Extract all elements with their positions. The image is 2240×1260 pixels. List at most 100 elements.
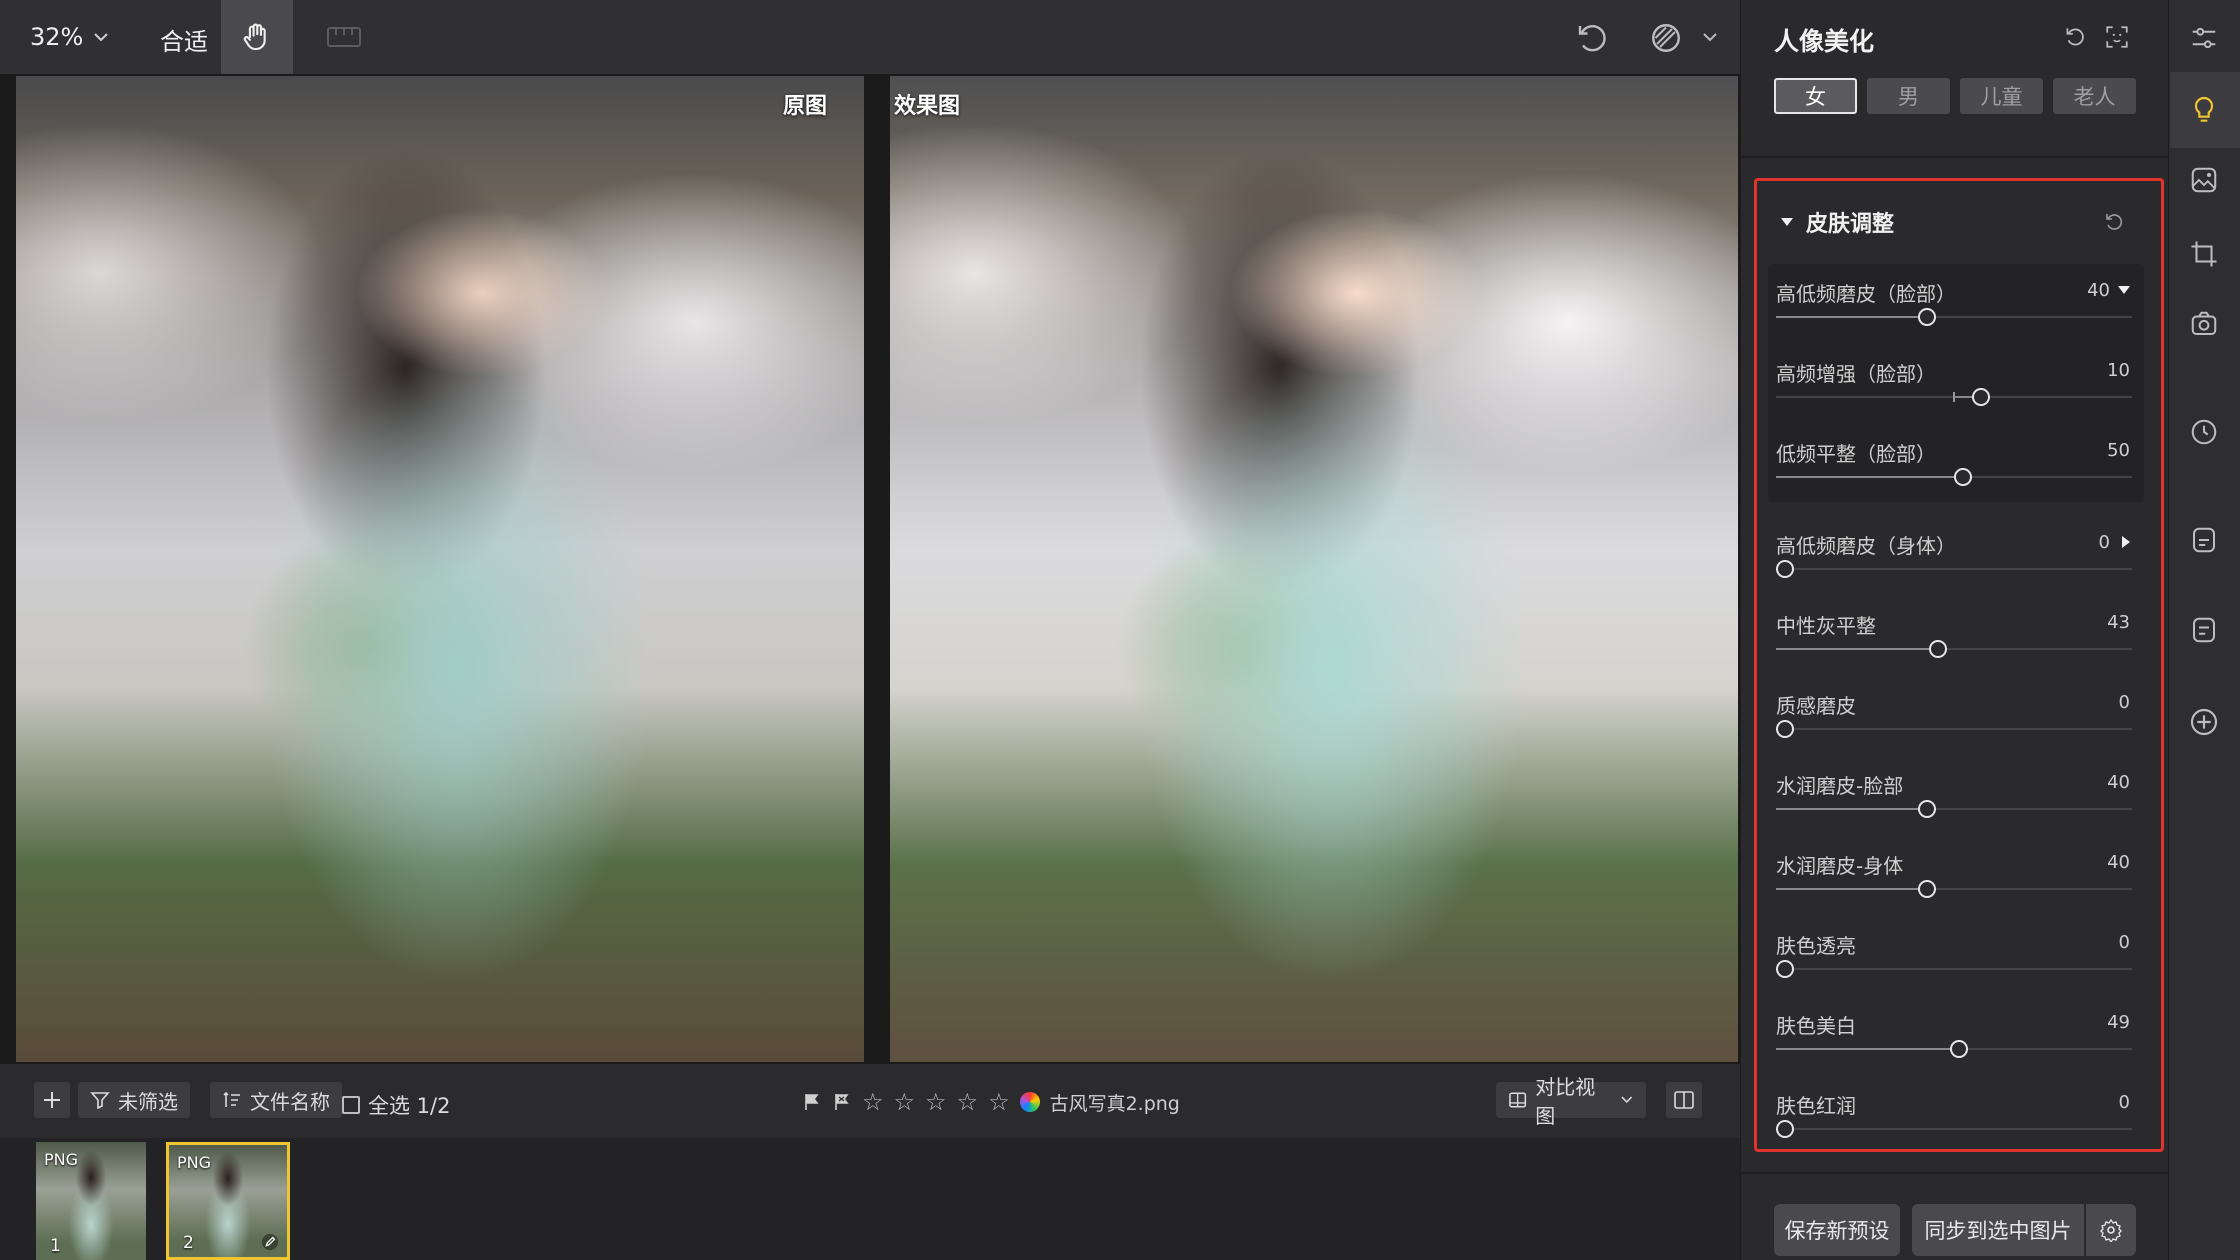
slider-value[interactable]: 40 — [2107, 852, 2130, 873]
file-name: 古风写真2.png — [1049, 1092, 1180, 1115]
slider-thumb[interactable] — [1972, 388, 1990, 406]
zoom-select[interactable]: 32% — [30, 18, 109, 56]
slider-value[interactable]: 0 — [2119, 932, 2130, 953]
thumbnail-1[interactable]: PNG 1 — [36, 1142, 146, 1260]
flag-reject-icon[interactable] — [832, 1092, 852, 1112]
rating-star-4[interactable]: ☆ — [957, 1088, 979, 1116]
filter-button[interactable]: 未筛选 — [78, 1082, 190, 1118]
slider-thumb[interactable] — [1918, 880, 1936, 898]
slider-thumb[interactable] — [1950, 1040, 1968, 1058]
rating-star-1[interactable]: ☆ — [862, 1088, 884, 1116]
slider-thumb[interactable] — [1776, 960, 1794, 978]
slider-thumb[interactable] — [1776, 560, 1794, 578]
face-detect-button[interactable] — [2104, 24, 2130, 54]
rail-preset2-button[interactable] — [2186, 612, 2222, 648]
sync-selected-button[interactable]: 同步到选中图片 — [1912, 1204, 2084, 1256]
original-image[interactable] — [16, 76, 864, 1062]
panel-reset-button[interactable] — [2062, 24, 2088, 54]
zoom-value: 32% — [30, 23, 84, 51]
rail-history-button[interactable] — [2186, 414, 2222, 450]
slider-value-wrap: 0 — [2119, 932, 2130, 953]
rail-adjust-button[interactable] — [2186, 20, 2222, 56]
slider-track[interactable] — [1776, 728, 2132, 730]
save-preset-button[interactable]: 保存新预设 — [1774, 1204, 1900, 1256]
slider-value[interactable]: 10 — [2107, 360, 2130, 381]
slider-value[interactable]: 40 — [2087, 280, 2110, 301]
effect-image[interactable] — [890, 76, 1738, 1062]
caret-right-icon[interactable] — [2122, 536, 2130, 548]
slider-row: 中性灰平整 43 — [1776, 610, 2132, 680]
rating-star-5[interactable]: ☆ — [988, 1088, 1010, 1116]
rail-preset-button[interactable] — [2186, 522, 2222, 558]
slider-value-wrap: 50 — [2107, 440, 2130, 461]
edit-pencil-icon — [261, 1233, 279, 1251]
slider-row: 高低频磨皮（脸部） 40 — [1776, 278, 2132, 348]
compare-view-dropdown[interactable]: 对比视图 — [1496, 1075, 1646, 1128]
slider-fill — [1776, 316, 1918, 318]
slider-value[interactable]: 50 — [2107, 440, 2130, 461]
sync-settings-button[interactable] — [2086, 1204, 2136, 1256]
sort-label: 文件名称 — [250, 1089, 330, 1114]
hand-tool-button[interactable] — [221, 0, 293, 74]
slider-thumb[interactable] — [1918, 308, 1936, 326]
rating-star-2[interactable]: ☆ — [894, 1088, 916, 1116]
section-header-skin[interactable]: 皮肤调整 — [1780, 206, 1894, 238]
section-reset-button[interactable] — [2102, 210, 2126, 238]
slider-label: 水润磨皮-脸部 — [1776, 774, 1904, 798]
slider-value[interactable]: 0 — [2119, 692, 2130, 713]
slider-track[interactable] — [1776, 968, 2132, 970]
slider-value[interactable]: 0 — [2119, 1092, 2130, 1113]
slider-value-wrap: 40 — [2107, 852, 2130, 873]
slider-row: 水润磨皮-身体 40 — [1776, 850, 2132, 920]
thumbnail-2[interactable]: PNG 2 — [166, 1142, 290, 1260]
slider-row: 水润磨皮-脸部 40 — [1776, 770, 2132, 840]
fit-button[interactable]: 合适 — [160, 22, 208, 57]
effect-photo — [890, 76, 1738, 1062]
split-view-button[interactable] — [1666, 1082, 1702, 1118]
slider-value[interactable]: 40 — [2107, 772, 2130, 793]
slider-fill — [1776, 888, 1918, 890]
rail-photo-button[interactable] — [2186, 162, 2222, 198]
slider-value[interactable]: 0 — [2099, 532, 2110, 553]
slider-track[interactable] — [1776, 1128, 2132, 1130]
compare-mode-dropdown[interactable] — [1702, 28, 1718, 47]
sort-button[interactable]: 文件名称 — [210, 1082, 342, 1118]
slider-track[interactable] — [1776, 568, 2132, 570]
tab-male[interactable]: 男 — [1867, 78, 1950, 114]
slider-row: 肤色透亮 0 — [1776, 930, 2132, 1000]
photo-edit-icon — [2191, 167, 2217, 193]
tab-female[interactable]: 女 — [1774, 78, 1857, 114]
select-all-checkbox[interactable]: 全选 1/2 — [342, 1090, 450, 1120]
slider-thumb[interactable] — [1954, 468, 1972, 486]
slider-row: 低频平整（脸部） 50 — [1776, 438, 2132, 508]
flag-pick-icon[interactable] — [802, 1092, 822, 1112]
rail-portrait-button[interactable] — [2186, 92, 2222, 128]
tab-child[interactable]: 儿童 — [1960, 78, 2043, 114]
color-label-icon[interactable] — [1019, 1092, 1040, 1112]
caret-down-icon[interactable] — [2118, 286, 2130, 294]
undo-icon — [1578, 25, 1606, 52]
slider-value-wrap: 40 — [2087, 280, 2130, 301]
tab-elder[interactable]: 老人 — [2053, 78, 2136, 114]
slider-thumb[interactable] — [1918, 800, 1936, 818]
add-button[interactable] — [34, 1082, 70, 1118]
slider-thumb[interactable] — [1776, 1120, 1794, 1138]
rail-camera-button[interactable] — [2186, 306, 2222, 342]
slider-fill — [1776, 476, 1954, 478]
compare-mode-button[interactable] — [1648, 20, 1684, 60]
slider-thumb[interactable] — [1776, 720, 1794, 738]
undo-button[interactable] — [1574, 20, 1610, 60]
slider-thumb[interactable] — [1929, 640, 1947, 658]
slider-value-wrap: 0 — [2119, 692, 2130, 713]
slider-row: 高低频磨皮（身体） 0 — [1776, 530, 2132, 600]
rail-add-button[interactable] — [2186, 704, 2222, 740]
slider-value[interactable]: 43 — [2107, 612, 2130, 633]
reset-icon — [2106, 214, 2123, 230]
ruler-icon — [327, 27, 361, 47]
slider-value[interactable]: 49 — [2107, 1012, 2130, 1033]
ruler-button[interactable] — [326, 22, 362, 52]
rating-star-3[interactable]: ☆ — [925, 1088, 947, 1116]
filter-label: 未筛选 — [118, 1089, 178, 1114]
gender-tabs: 女 男 儿童 老人 — [1774, 78, 2136, 114]
rail-crop-button[interactable] — [2186, 236, 2222, 272]
